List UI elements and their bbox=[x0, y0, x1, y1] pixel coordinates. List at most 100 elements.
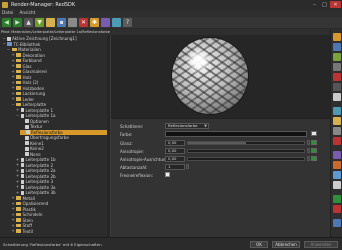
add-icon[interactable] bbox=[333, 195, 341, 203]
expand-icon[interactable]: + bbox=[11, 64, 15, 68]
tree-item[interactable]: Keine1 bbox=[20, 141, 44, 146]
assign-icon[interactable] bbox=[333, 117, 341, 125]
tree-item[interactable]: + Leiterplatte 2a bbox=[16, 168, 56, 173]
up-arrow-icon[interactable]: ▲ bbox=[24, 18, 33, 27]
minimize-button[interactable]: – bbox=[310, 1, 319, 8]
collapse-icon[interactable]: − bbox=[16, 113, 20, 118]
tree-item[interactable]: + Leiterplatte 3b bbox=[16, 190, 56, 195]
expand-icon[interactable]: + bbox=[11, 53, 15, 57]
forward-arrow-icon[interactable]: ▶ bbox=[13, 18, 22, 27]
expand-icon[interactable]: + bbox=[11, 201, 15, 206]
palette-icon[interactable] bbox=[333, 161, 341, 169]
tree-item[interactable]: + Glas bbox=[11, 64, 31, 69]
tree-item[interactable]: + Stein bbox=[11, 218, 33, 223]
tree-item[interactable]: + Metall bbox=[11, 196, 35, 201]
render-icon[interactable]: ✱ bbox=[90, 18, 99, 27]
aniso-spinner[interactable] bbox=[307, 148, 310, 153]
settings-icon[interactable] bbox=[333, 219, 341, 227]
tree-item[interactable]: Textur bbox=[20, 124, 43, 129]
tree-item[interactable]: + Leiterplatte 3a bbox=[16, 185, 56, 190]
collapse-icon[interactable]: − bbox=[7, 47, 11, 52]
tree-item[interactable]: + Glasmalerei bbox=[11, 69, 47, 74]
anisodir-spinner[interactable] bbox=[307, 156, 310, 161]
tree-item[interactable]: Optionen bbox=[20, 119, 49, 124]
collapse-icon[interactable]: − bbox=[11, 102, 15, 107]
tree-item[interactable]: + Textil bbox=[11, 229, 33, 234]
maximize-button[interactable]: □ bbox=[320, 1, 329, 8]
tree-item[interactable]: − TC-Bibliothek bbox=[2, 42, 40, 47]
water-icon[interactable] bbox=[333, 171, 341, 179]
sphere-preview-icon[interactable] bbox=[333, 33, 341, 41]
expand-icon[interactable]: + bbox=[16, 163, 20, 167]
delete-material-icon[interactable] bbox=[333, 205, 341, 213]
expand-icon[interactable]: + bbox=[11, 207, 15, 211]
cancel-button[interactable]: Abbrechen bbox=[272, 241, 300, 248]
tree-item[interactable]: + Dekoration bbox=[11, 53, 45, 58]
aniso-input[interactable]: 0,00 bbox=[165, 148, 185, 154]
tree-item[interactable]: + Farbband bbox=[11, 58, 41, 63]
expand-icon[interactable]: + bbox=[11, 212, 15, 217]
expand-icon[interactable]: + bbox=[16, 174, 20, 178]
edit-icon[interactable] bbox=[333, 107, 341, 115]
samples-spinner[interactable] bbox=[186, 164, 189, 169]
import-icon[interactable]: ▼ bbox=[35, 18, 44, 27]
tree-item[interactable]: + Opalisierend bbox=[11, 201, 48, 206]
anisodir-slider[interactable] bbox=[187, 157, 305, 161]
expand-icon[interactable]: + bbox=[11, 80, 15, 85]
fresnel-checkbox[interactable] bbox=[165, 172, 170, 177]
collapse-icon[interactable]: − bbox=[2, 36, 6, 41]
tree-item[interactable]: Übertragungsfarbe bbox=[20, 135, 69, 140]
collapse-icon[interactable]: − bbox=[2, 42, 6, 46]
anisodir-input[interactable]: 0,00 bbox=[165, 156, 185, 162]
tree-item[interactable]: + Leiterplatte 1b bbox=[16, 157, 56, 162]
expand-icon[interactable]: + bbox=[11, 196, 15, 200]
gloss-input[interactable]: 0,50 bbox=[165, 140, 185, 146]
expand-icon[interactable]: + bbox=[16, 185, 20, 189]
close-material-icon[interactable] bbox=[333, 181, 341, 189]
tree-item[interactable]: + Holz (2) bbox=[11, 80, 38, 85]
reset-icon[interactable] bbox=[333, 93, 341, 101]
help-icon[interactable]: ? bbox=[123, 18, 132, 27]
close-button[interactable]: ✕ bbox=[330, 1, 341, 8]
folder-icon[interactable] bbox=[46, 18, 55, 27]
expand-icon[interactable]: + bbox=[16, 108, 20, 112]
gloss-map-button[interactable] bbox=[311, 140, 317, 145]
expand-icon[interactable]: + bbox=[16, 190, 20, 195]
expand-icon[interactable]: + bbox=[11, 97, 15, 101]
expand-icon[interactable]: + bbox=[11, 218, 15, 222]
tree-item[interactable]: Keine2 bbox=[20, 146, 44, 151]
expand-icon[interactable]: + bbox=[11, 86, 15, 90]
menu-datei[interactable]: Datei bbox=[2, 11, 13, 16]
texture-icon[interactable] bbox=[333, 151, 341, 159]
save-icon[interactable]: ▪ bbox=[57, 18, 66, 27]
expand-icon[interactable]: + bbox=[16, 157, 20, 162]
aniso-slider[interactable] bbox=[187, 149, 305, 153]
background-icon[interactable] bbox=[333, 73, 341, 81]
samples-input[interactable]: 1 bbox=[165, 164, 185, 170]
gloss-slider[interactable] bbox=[187, 141, 305, 145]
gloss-spinner[interactable] bbox=[307, 140, 310, 145]
color-field[interactable] bbox=[165, 131, 307, 137]
aniso-map-button[interactable] bbox=[311, 148, 317, 153]
expand-icon[interactable]: + bbox=[11, 69, 15, 74]
light-icon[interactable] bbox=[333, 63, 341, 71]
tree-item[interactable]: + Leiterplatte 2b bbox=[16, 174, 56, 179]
zoom-icon[interactable] bbox=[333, 83, 341, 91]
tree-item[interactable]: + Holzboden bbox=[11, 86, 44, 91]
pick-icon[interactable] bbox=[333, 127, 341, 135]
expand-icon[interactable]: + bbox=[16, 168, 20, 173]
library-icon[interactable] bbox=[112, 18, 121, 27]
tree-item-selected[interactable]: Reflexionsfarbe bbox=[20, 129, 107, 135]
expand-icon[interactable]: + bbox=[11, 229, 15, 233]
color-picker-button[interactable] bbox=[311, 131, 317, 136]
menu-ansicht[interactable]: Ansicht bbox=[19, 11, 35, 16]
tree-item[interactable]: + Leiterplatte 3 bbox=[16, 179, 53, 184]
tree-item[interactable]: + Holz bbox=[11, 75, 31, 80]
expand-icon[interactable]: + bbox=[11, 75, 15, 79]
ok-button[interactable]: OK bbox=[250, 241, 268, 248]
cube-preview-icon[interactable] bbox=[333, 43, 341, 51]
back-arrow-icon[interactable]: ◀ bbox=[2, 18, 11, 27]
tree-item[interactable]: None bbox=[20, 152, 41, 157]
copy-icon[interactable] bbox=[68, 18, 77, 27]
expand-icon[interactable]: + bbox=[16, 179, 20, 184]
